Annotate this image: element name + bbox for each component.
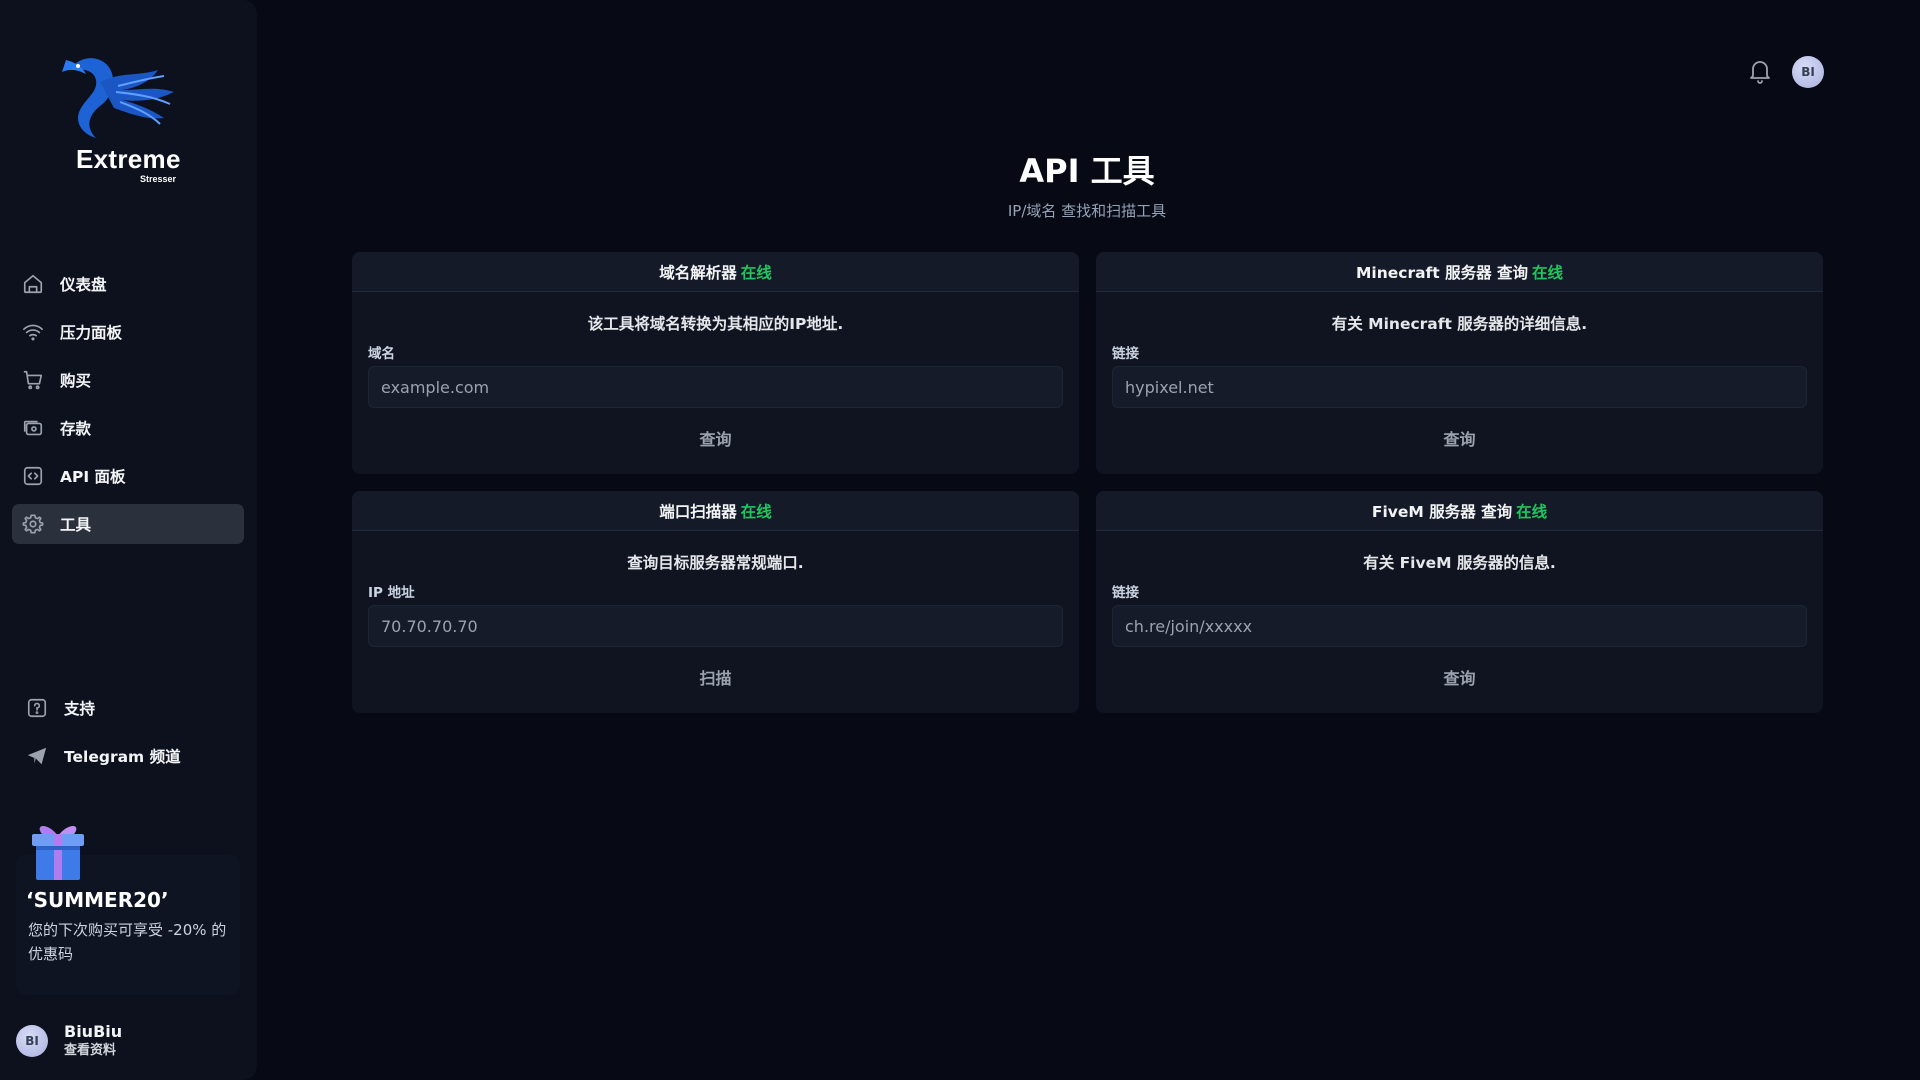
sidebar-item-label: API 面板 [60, 468, 126, 486]
sidebar-nav: 仪表盘 压力面板 购买 存款 API 面板 工具 [12, 264, 244, 552]
view-profile-link[interactable]: 查看资料 [64, 1042, 122, 1060]
sidebar-item-support[interactable]: 支持 [16, 688, 246, 728]
scan-button[interactable]: 扫描 [687, 661, 743, 693]
page-subtitle: IP/域名 查找和扫描工具 [1007, 202, 1167, 220]
domain-resolver-card: 域名解析器 在线 该工具将域名转换为其相应的IP地址. 域名 查询 [352, 252, 1079, 474]
page-title: API 工具 [1019, 152, 1155, 190]
query-button[interactable]: 查询 [1431, 661, 1487, 693]
wallet-icon [20, 415, 46, 441]
sidebar-item-label: 存款 [60, 420, 92, 438]
sidebar-item-label: 压力面板 [60, 324, 123, 342]
cart-icon [20, 367, 46, 393]
gear-icon [20, 511, 46, 537]
ip-address-input[interactable] [368, 605, 1063, 647]
card-header: 域名解析器 在线 [352, 252, 1079, 292]
phoenix-icon [62, 58, 174, 138]
domain-input[interactable] [368, 366, 1063, 408]
query-button[interactable]: 查询 [1431, 422, 1487, 454]
field-label: IP 地址 [368, 585, 415, 601]
code-icon [20, 463, 46, 489]
sidebar-item-label: 工具 [60, 516, 92, 534]
profile-text: BiuBiu 查看资料 [64, 1022, 122, 1060]
user-profile[interactable]: BI BiuBiu 查看资料 [16, 1022, 122, 1060]
card-title: 端口扫描器 [659, 502, 737, 521]
sidebar-item-dashboard[interactable]: 仪表盘 [12, 264, 244, 304]
card-title: FiveM 服务器 查询 [1371, 502, 1513, 521]
brand-logo[interactable]: Extreme Stresser [60, 52, 200, 187]
brand-name: Extreme [76, 144, 181, 174]
app-root: Extreme Stresser 仪表盘 压力面板 购买 存款 API 面板 工… [0, 0, 1920, 1080]
field-label: 链接 [1112, 585, 1139, 601]
fivem-link-input[interactable] [1112, 605, 1807, 647]
card-header: Minecraft 服务器 查询 在线 [1096, 252, 1823, 292]
field-label: 域名 [368, 346, 395, 362]
bell-icon[interactable] [1748, 58, 1772, 84]
minecraft-query-card: Minecraft 服务器 查询 在线 有关 Minecraft 服务器的详细信… [1096, 252, 1823, 474]
sidebar-item-api-panel[interactable]: API 面板 [12, 456, 244, 496]
header-avatar[interactable]: BI [1792, 56, 1824, 88]
sidebar-item-stress-panel[interactable]: 压力面板 [12, 312, 244, 352]
help-icon [24, 695, 50, 721]
sidebar-item-label: 购买 [60, 372, 92, 390]
card-description: 有关 FiveM 服务器的信息. [1363, 554, 1556, 572]
sidebar-item-telegram[interactable]: Telegram 频道 [16, 736, 246, 776]
home-icon [20, 271, 46, 297]
card-description: 查询目标服务器常规端口. [627, 554, 804, 572]
status-badge: 在线 [740, 502, 772, 521]
sidebar-item-label: 支持 [64, 700, 96, 718]
status-badge: 在线 [1516, 502, 1548, 521]
card-description: 该工具将域名转换为其相应的IP地址. [587, 315, 844, 333]
minecraft-link-input[interactable] [1112, 366, 1807, 408]
gift-icon [28, 818, 88, 882]
card-title: Minecraft 服务器 查询 [1355, 263, 1528, 282]
sidebar-bottom-nav: 支持 Telegram 频道 [16, 688, 246, 784]
port-scanner-card: 端口扫描器 在线 查询目标服务器常规端口. IP 地址 扫描 [352, 491, 1079, 713]
brand-sub: Stresser [140, 174, 177, 184]
query-button[interactable]: 查询 [687, 422, 743, 454]
sidebar-item-purchase[interactable]: 购买 [12, 360, 244, 400]
sidebar: Extreme Stresser 仪表盘 压力面板 购买 存款 API 面板 工… [0, 0, 257, 1080]
wifi-icon [20, 319, 46, 345]
sidebar-item-deposit[interactable]: 存款 [12, 408, 244, 448]
promo-text: 您的下次购买可享受 -20% 的优惠码 [28, 921, 227, 963]
card-description: 有关 Minecraft 服务器的详细信息. [1331, 315, 1588, 333]
status-badge: 在线 [1532, 263, 1564, 282]
profile-name: BiuBiu [64, 1022, 123, 1041]
avatar[interactable]: BI [16, 1025, 48, 1057]
card-header: 端口扫描器 在线 [352, 491, 1079, 531]
sidebar-item-label: 仪表盘 [60, 276, 107, 294]
promo-code: ‘SUMMER20’ [26, 888, 169, 912]
card-header: FiveM 服务器 查询 在线 [1096, 491, 1823, 531]
sidebar-item-tools[interactable]: 工具 [12, 504, 244, 544]
field-label: 链接 [1112, 346, 1139, 362]
sidebar-item-label: Telegram 频道 [64, 748, 181, 766]
status-badge: 在线 [740, 263, 772, 282]
fivem-query-card: FiveM 服务器 查询 在线 有关 FiveM 服务器的信息. 链接 查询 [1096, 491, 1823, 713]
card-title: 域名解析器 [659, 263, 737, 282]
send-icon [24, 743, 50, 769]
